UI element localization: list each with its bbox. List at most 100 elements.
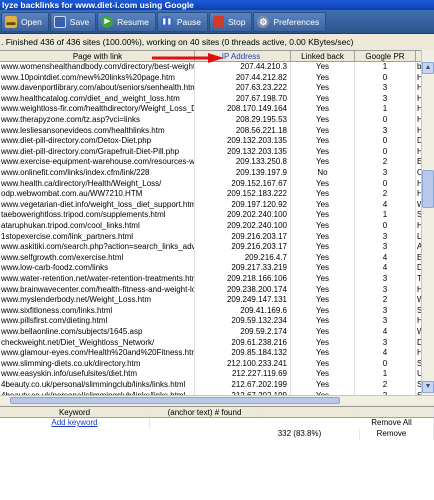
table-row[interactable]: www.sixfitloness.com/links.html 209.41.16…	[0, 305, 434, 317]
row-pr: 3	[355, 93, 416, 105]
table-row[interactable]: www.10pointdiet.com/new%20links%20page.h…	[0, 72, 433, 84]
row-ip: 209.59.2.174	[195, 327, 291, 338]
row-pr: 1	[355, 104, 416, 115]
table-row[interactable]: www.davenportlibrary.com/about/seniors/s…	[0, 83, 433, 94]
keyword-header: Keyword (anchor text) # found	[0, 407, 434, 418]
row-page: www.diet-pill-directory.com/Detox-Diet.p…	[0, 136, 195, 147]
row-ip: 207.67.198.70	[195, 93, 291, 105]
row-page: taebowerightloss.tripod.com/supplements.…	[0, 210, 195, 221]
row-ip: 207.44.210.3	[195, 62, 291, 73]
row-linked-back: Yes	[291, 327, 355, 338]
table-row[interactable]: www.onlinefit.com/links/index.cfm/link/2…	[0, 168, 434, 179]
row-page: checkweight.net/Diet_Weightloss_Network/	[0, 337, 195, 349]
add-keyword-link[interactable]: Add keyword	[51, 418, 97, 427]
column-header-linked-back[interactable]: Linked back	[291, 51, 355, 61]
table-row[interactable]: www.glamour-eyes.com/Health%20and%20Fitn…	[0, 348, 433, 359]
stop-label: Stop	[227, 16, 246, 27]
table-row[interactable]: www.myslenderbody.net/Weight_Loss.htm 209…	[0, 295, 434, 306]
row-pr: 4	[355, 348, 416, 359]
table-row[interactable]: www.brainwavecenter.com/health-fitness-a…	[0, 284, 433, 296]
table-row[interactable]: www.selfgrowth.com/exercise.html 209.216.…	[0, 252, 433, 264]
row-page: www.bellaonline.com/subjects/1645.asp	[0, 327, 195, 338]
table-row[interactable]: www.vegetarian-diet.info/weight_loss_die…	[0, 199, 434, 211]
column-header-google-pr[interactable]: Google PR	[355, 51, 416, 61]
row-pr: 1	[355, 369, 416, 380]
folder-icon: ▬	[5, 15, 17, 28]
play-icon: ▶	[101, 15, 114, 28]
table-row[interactable]: www.low-carb-foodz.com/links 209.217.33.2…	[0, 263, 434, 274]
row-linked-back: Yes	[291, 62, 355, 73]
table-row[interactable]: 1stopexercise.com/link_partners.html 209.…	[0, 231, 434, 243]
table-row[interactable]: www.lesliesansonevideos.com/healthlinks.…	[0, 125, 433, 137]
row-linked-back: Yes	[291, 210, 355, 221]
scroll-down-icon[interactable]: ▼	[422, 381, 434, 393]
scroll-up-icon[interactable]: ▲	[422, 62, 434, 74]
anchor-found-column-header[interactable]: (anchor text) # found	[150, 407, 260, 417]
row-ip: 209.217.33.219	[195, 263, 291, 274]
row-ip: 209.59.132.234	[195, 316, 291, 327]
blank-column-header	[260, 407, 360, 417]
row-page: www.diet-pill-directory.com/Grapefruit-D…	[0, 146, 195, 158]
table-row[interactable]: odp.webwombat.com.au/WW7210.HTM 209.152.1…	[0, 189, 433, 200]
table-row[interactable]: www.womenshealthandbody.com/directory/be…	[0, 62, 432, 73]
table-row[interactable]: www.slimming-diets.co.uk/directory.htm 21…	[0, 358, 434, 370]
table-row[interactable]: taebowerightloss.tripod.com/supplements.…	[0, 210, 434, 221]
row-linked-back: Yes	[291, 369, 355, 380]
row-linked-back: Yes	[291, 263, 355, 274]
save-label: Save	[69, 16, 90, 27]
table-row[interactable]: www.pillsfirst.com/dieting.html 209.59.13…	[0, 316, 433, 327]
resume-label: Resume	[117, 16, 149, 27]
row-pr: 3	[355, 274, 416, 285]
row-page: www.womenshealthandbody.com/directory/be…	[1, 62, 195, 73]
row-pr: 3	[355, 337, 416, 349]
pause-button[interactable]: ❚❚ Pause	[156, 11, 208, 32]
remove-all-button[interactable]: Remove All	[350, 418, 434, 429]
table-row[interactable]: checkweight.net/Diet_Weightloss_Network/…	[0, 337, 431, 349]
table-row[interactable]: www.weightloss-fir.com/healthdirectory/W…	[0, 104, 433, 115]
save-button[interactable]: Save	[49, 11, 97, 32]
table-row[interactable]: www.health.ca/directory/Health/Weight_Lo…	[0, 178, 433, 190]
row-pr: 0	[355, 146, 416, 158]
horizontal-scrollbar[interactable]	[0, 395, 434, 404]
row-ip: 209.132.203.135	[195, 136, 291, 147]
row-linked-back: Yes	[291, 252, 355, 264]
table-row[interactable]: www.water-retention.net/water-retention-…	[0, 274, 433, 285]
row-linked-back: Yes	[291, 358, 355, 370]
row-page: www.glamour-eyes.com/Health%20and%20Fitn…	[1, 348, 195, 359]
actions-column-header	[360, 407, 434, 417]
table-row[interactable]: www.exercise-equipment-warehouse.com/res…	[0, 157, 433, 168]
row-ip: 209.132.203.135	[195, 146, 291, 158]
keyword-panel: Keyword (anchor text) # found Add keywor…	[0, 406, 434, 500]
row-linked-back: Yes	[291, 115, 355, 126]
table-row[interactable]: www.diet-pill-directory.com/Detox-Diet.p…	[0, 136, 434, 147]
resume-button[interactable]: ▶ Resume	[97, 11, 156, 32]
table-row[interactable]: www.askitiki.com/search.php?action=searc…	[0, 242, 434, 253]
table-row[interactable]: www.bellaonline.com/subjects/1645.asp 209…	[0, 327, 434, 338]
open-button[interactable]: ▬ Open	[1, 11, 49, 32]
row-linked-back: Yes	[291, 348, 355, 359]
horizontal-scroll-thumb[interactable]	[10, 397, 340, 404]
row-ip: 209.61.238.216	[195, 337, 291, 349]
row-page: odp.webwombat.com.au/WW7210.HTM	[0, 189, 195, 200]
table-row[interactable]: www.easyskin.info/usefulsites/diet.htm 21…	[0, 369, 433, 380]
row-linked-back: Yes	[291, 380, 355, 391]
row-ip: 209.133.250.8	[195, 157, 291, 168]
row-linked-back: Yes	[291, 178, 355, 190]
vertical-scrollbar[interactable]: ▲ ▼	[421, 50, 434, 395]
table-row[interactable]: www.diet-pill-directory.com/Grapefruit-D…	[0, 146, 433, 158]
status-text: . Finished 436 of 436 sites (100.00%), w…	[0, 35, 434, 49]
remove-button[interactable]: Remove	[350, 429, 434, 440]
table-row[interactable]: www.therapyzone.com/tz.asp?vci=links 208.…	[0, 115, 433, 126]
table-row[interactable]: 4beauty.co.uk/personal/slimmingclub/link…	[0, 380, 434, 391]
stop-button[interactable]: Stop	[208, 11, 253, 32]
row-pr: 0	[355, 221, 416, 232]
keyword-column-header[interactable]: Keyword	[0, 407, 150, 417]
row-linked-back: Yes	[291, 104, 355, 115]
keyword-row: 332 (83.8%) Remove	[0, 429, 434, 440]
scroll-thumb[interactable]	[422, 170, 434, 208]
table-row[interactable]: ataruphukan.tripod.com/cool_links.html 20…	[0, 221, 433, 232]
table-row[interactable]: www.healthcatalog.com/diet_and_weight_lo…	[0, 93, 433, 105]
row-pr: 4	[355, 327, 416, 338]
row-pr: 2	[355, 157, 416, 168]
preferences-button[interactable]: ⚙ Preferences	[253, 11, 327, 32]
